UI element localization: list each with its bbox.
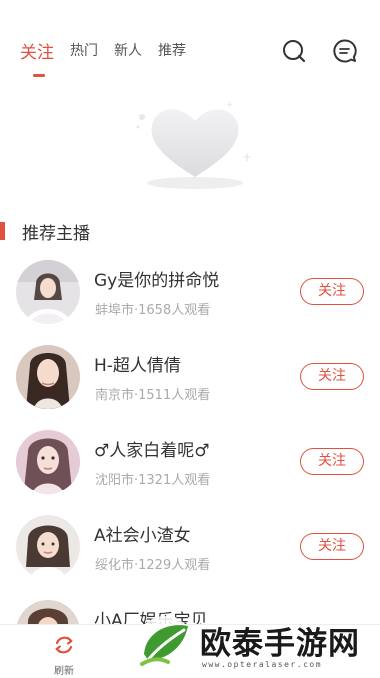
refresh-button[interactable]: 刷新: [46, 633, 82, 677]
tab-hot[interactable]: 热门: [70, 40, 98, 60]
recommended-section-header: 推荐主播: [0, 216, 380, 246]
avatar[interactable]: [16, 430, 80, 494]
watermark: 欧泰手游网 www.opteralaser.com: [130, 604, 380, 678]
svg-text:+: +: [226, 100, 234, 110]
section-accent-bar: [0, 222, 5, 240]
streamer-name: ♂人家白着呢♂: [94, 441, 210, 461]
streamer-name: Gy是你的拼命悦: [94, 271, 220, 291]
top-tab-bar: 关注 热门 新人 推荐: [0, 0, 380, 90]
tab-new[interactable]: 新人: [114, 40, 142, 60]
streamer-location-viewers: 南京市·1511人观看: [95, 388, 211, 403]
active-tab-indicator: [33, 74, 45, 77]
message-icon[interactable]: [332, 38, 358, 64]
section-title: 推荐主播: [22, 224, 90, 244]
streamer-location-viewers: 蚌埠市·1658人观看: [95, 303, 211, 318]
follow-button[interactable]: 关注: [300, 448, 364, 475]
refresh-label: 刷新: [54, 666, 74, 677]
list-item[interactable]: Gy是你的拼命悦 蚌埠市·1658人观看 关注: [0, 250, 380, 335]
follow-button[interactable]: 关注: [300, 278, 364, 305]
list-item[interactable]: ♂人家白着呢♂ 沈阳市·1321人观看 关注: [0, 420, 380, 505]
streamer-location-viewers: 沈阳市·1321人观看: [95, 473, 211, 488]
tab-follow[interactable]: 关注: [20, 38, 54, 63]
streamer-location-viewers: 绥化市·1229人观看: [95, 558, 211, 573]
list-item[interactable]: H-超人倩倩 南京市·1511人观看 关注: [0, 335, 380, 420]
leaf-logo-icon: [134, 614, 196, 678]
svg-text:+: +: [242, 150, 252, 164]
refresh-icon: [52, 636, 76, 661]
avatar[interactable]: [16, 260, 80, 324]
list-item[interactable]: A社会小渣女 绥化市·1229人观看 关注: [0, 505, 380, 590]
watermark-text: 欧泰手游网: [200, 626, 360, 662]
empty-state: + +: [0, 90, 380, 200]
avatar[interactable]: [16, 515, 80, 579]
follow-button[interactable]: 关注: [300, 533, 364, 560]
tab-recommend[interactable]: 推荐: [158, 40, 186, 60]
watermark-url: www.opteralaser.com: [202, 660, 323, 669]
streamer-name: A社会小渣女: [94, 526, 191, 546]
empty-heart-icon: + +: [130, 95, 260, 199]
follow-button[interactable]: 关注: [300, 363, 364, 390]
search-icon[interactable]: [281, 38, 307, 64]
avatar[interactable]: [16, 345, 80, 409]
streamer-name: H-超人倩倩: [94, 356, 181, 376]
